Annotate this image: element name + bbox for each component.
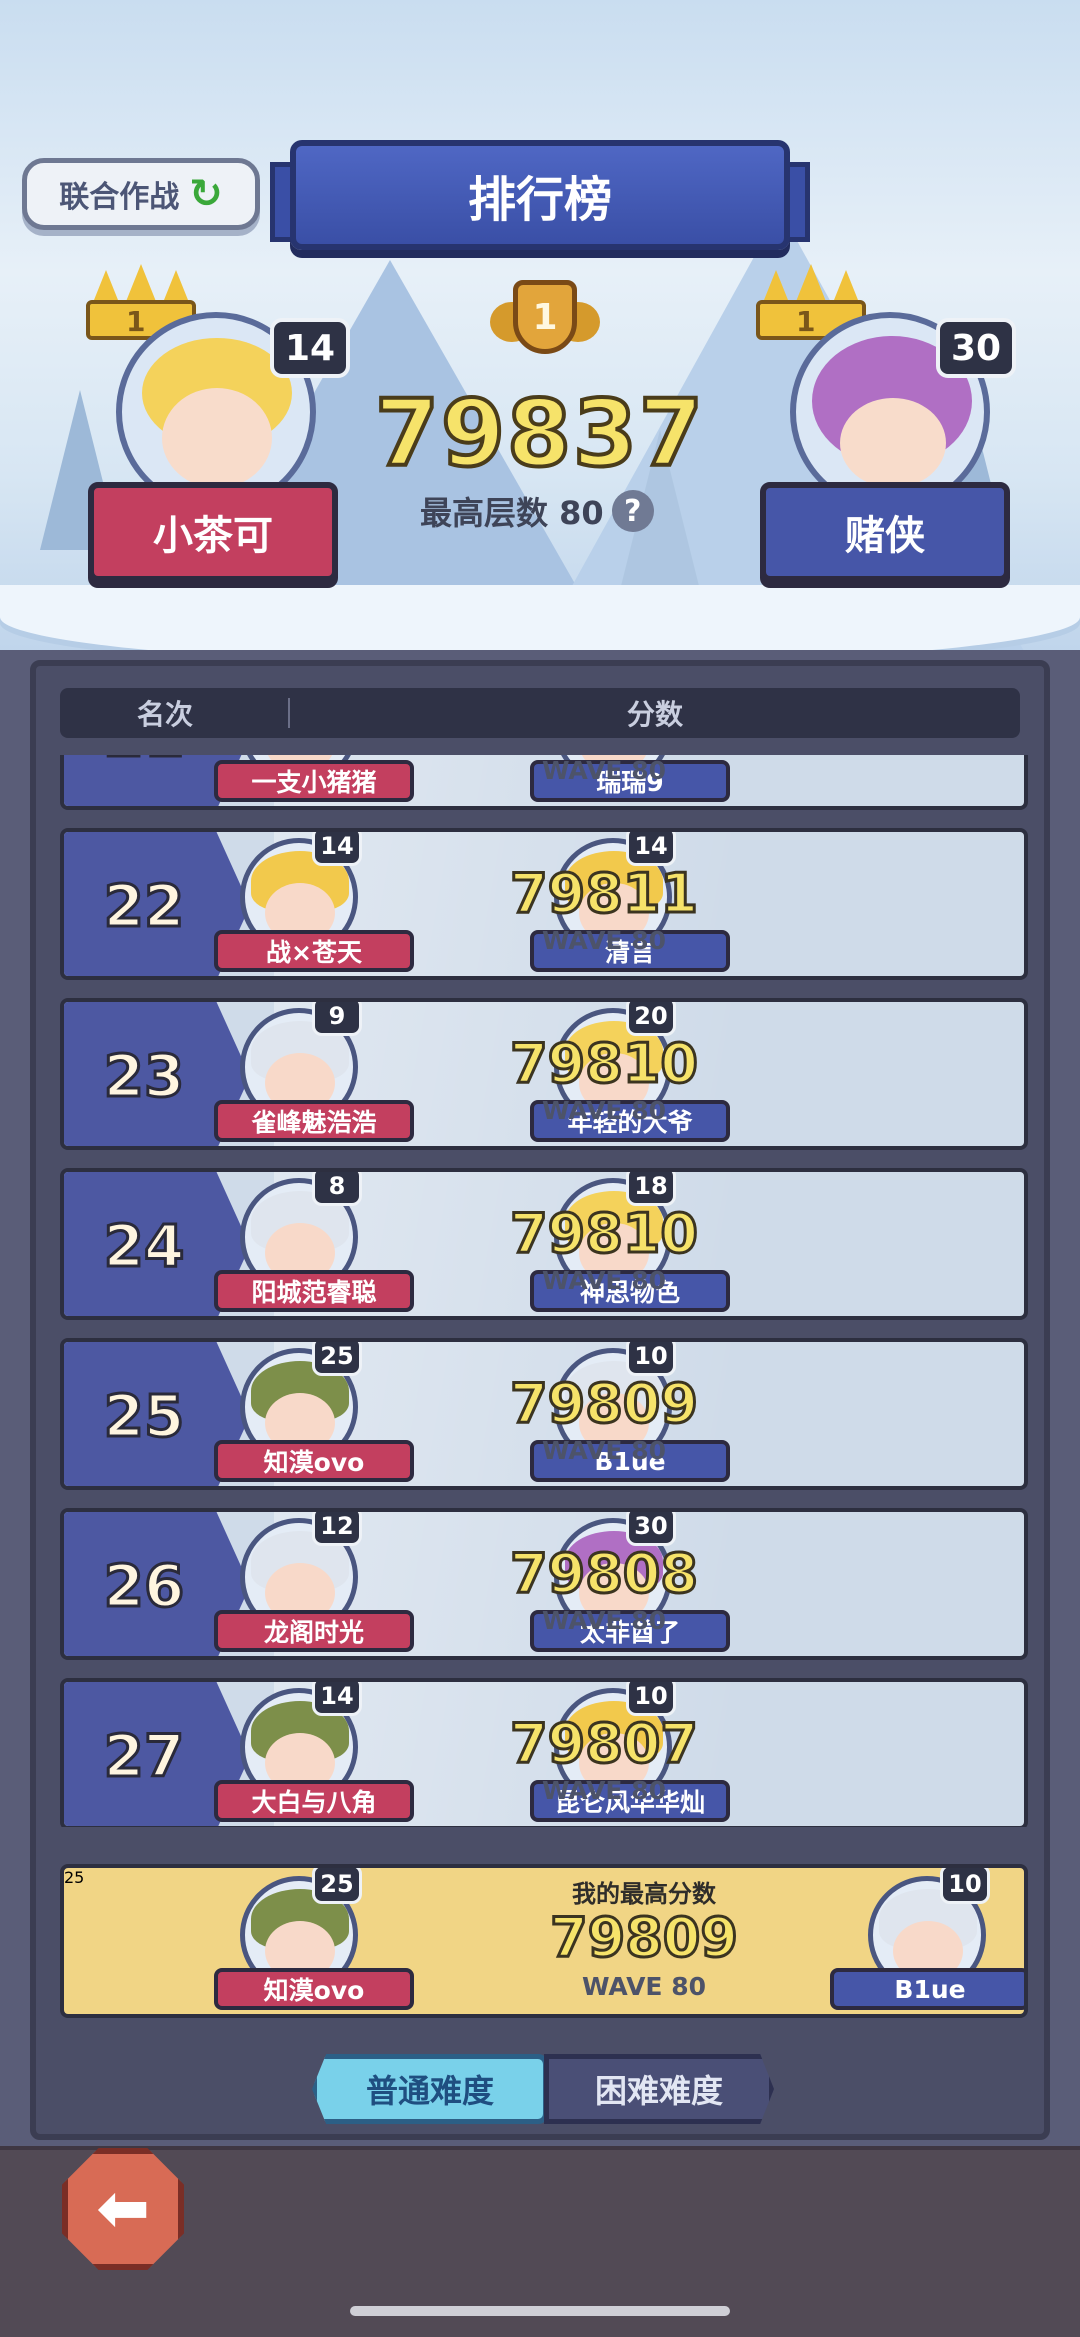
level-badge: 25 (312, 1868, 362, 1904)
level-badge: 30 (626, 1512, 676, 1546)
rank-number: 25 (102, 1381, 186, 1452)
player-name-left: 阳城范睿聪 (214, 1270, 414, 1312)
level-badge: 10 (626, 1682, 676, 1716)
row-wave: WAVE 80 (541, 1096, 667, 1125)
leaderboard-list[interactable]: 21一支小猪猪瑞瑞9WAVE 802214战×苍天14清言79811WAVE 8… (60, 755, 1030, 1827)
top-right-name: 赌侠 (760, 482, 1010, 582)
level-badge: 25 (312, 1342, 362, 1376)
level-badge: 30 (936, 318, 1016, 378)
table-row[interactable]: 22 14 战×苍天 14 清言 79811 WAVE 80 (60, 828, 1028, 980)
row-wave: WAVE 80 (541, 1776, 667, 1805)
page-title: 排行榜 (290, 140, 790, 250)
level-badge: 8 (312, 1172, 362, 1206)
player-name-left: 大白与八角 (214, 1780, 414, 1822)
max-floor-text: 最高层数 80 (420, 494, 604, 532)
player-name-left: 知漠ovo (214, 1440, 414, 1482)
home-indicator[interactable] (350, 2306, 730, 2316)
max-floor: 最高层数 80 ? (420, 488, 680, 534)
row-wave: WAVE 80 (541, 1266, 667, 1295)
row-score: 79807 (509, 1711, 700, 1777)
level-badge: 20 (626, 1002, 676, 1036)
rank-number: 21 (64, 755, 224, 806)
joint-battle-label: 联合作战 (59, 180, 180, 215)
row-wave: WAVE 80 (541, 756, 667, 785)
question-icon[interactable]: ? (611, 490, 654, 532)
level-badge: 14 (270, 318, 350, 378)
player-name-left: 战×苍天 (214, 930, 414, 972)
row-wave: WAVE 80 (541, 1606, 667, 1635)
rank-number: 27 (102, 1721, 186, 1792)
top-score: 79837 (373, 378, 706, 489)
level-badge: 9 (312, 1002, 362, 1036)
table-row[interactable]: 21一支小猪猪瑞瑞9WAVE 80 (60, 755, 1028, 810)
rank-number: 26 (102, 1551, 186, 1622)
table-row[interactable]: 27 14 大白与八角 10 昆仑风华华灿 79807 WAVE 80 (60, 1678, 1028, 1827)
refresh-icon: ↻ (189, 171, 223, 217)
table-row[interactable]: 26 12 龙阁时光 30 太非酋了 79808 WAVE 80 (60, 1508, 1028, 1660)
table-row[interactable]: 25 25 知漠ovo 10 B1ue 79809 WAVE 80 (60, 1338, 1028, 1490)
player-name-left: 一支小猪猪 (214, 760, 414, 802)
rank-number: 22 (102, 871, 186, 942)
rank-number: 24 (102, 1211, 186, 1282)
crown-rank: 1 (126, 305, 146, 338)
col-rank-header: 名次 (136, 698, 193, 731)
row-wave: WAVE 80 (541, 1436, 667, 1465)
row-score: 79808 (509, 1541, 700, 1607)
level-badge: 14 (312, 1682, 362, 1716)
table-row[interactable]: 23 9 雀峰魅浩浩 20 年轻的大爷 79810 WAVE 80 (60, 998, 1028, 1150)
back-button[interactable]: ⬅ (62, 2148, 184, 2270)
joint-battle-button[interactable]: 联合作战 ↻ (22, 158, 260, 230)
my-best-score: 79809 (549, 1905, 740, 1971)
col-score-header: 分数 (626, 698, 683, 731)
table-header: 名次 分数 (60, 688, 1020, 738)
row-score: 79809 (509, 1371, 700, 1437)
level-badge: 14 (626, 832, 676, 866)
row-score: 79811 (509, 861, 700, 927)
player-name-right: B1ue (830, 1968, 1024, 2010)
tab-hard-difficulty[interactable]: 困难难度 (544, 2054, 774, 2124)
back-arrow-icon: ⬅ (96, 2172, 150, 2246)
level-badge: 14 (312, 832, 362, 866)
table-row[interactable]: 24 8 阳城范睿聪 18 神思物色 79810 WAVE 80 (60, 1168, 1028, 1320)
my-best-label: 我的最高分数 (572, 1880, 716, 1908)
level-badge: 10 (626, 1342, 676, 1376)
player-name-left: 雀峰魅浩浩 (214, 1100, 414, 1142)
rank-medal-icon: 1 (490, 272, 600, 362)
level-badge: 10 (940, 1868, 990, 1904)
row-wave: WAVE 80 (541, 926, 667, 955)
row-score: 79810 (509, 1201, 700, 1267)
rank-number: 23 (102, 1041, 186, 1112)
rank-medal-number: 1 (513, 280, 577, 354)
row-score: 79810 (509, 1031, 700, 1097)
tab-normal-difficulty[interactable]: 普通难度 (312, 2054, 548, 2124)
level-badge: 12 (312, 1512, 362, 1546)
crown-rank: 1 (796, 305, 816, 338)
player-name-left: 知漠ovo (214, 1968, 414, 2010)
level-badge: 18 (626, 1172, 676, 1206)
top-left-name: 小茶可 (88, 482, 338, 582)
my-best-row[interactable]: 25 我的最高分数 25 10 知漠ovo B1ue 79809 WAVE 80 (60, 1864, 1028, 2018)
my-best-wave: WAVE 80 (581, 1972, 707, 2001)
player-name-left: 龙阁时光 (214, 1610, 414, 1652)
